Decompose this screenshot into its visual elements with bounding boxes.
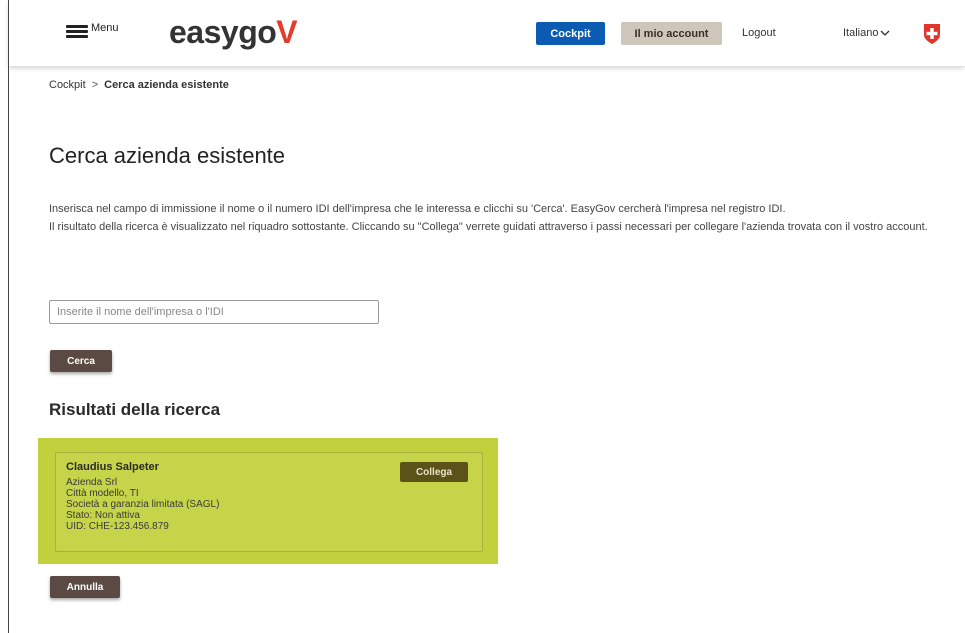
result-city: Città modello, TI [66,488,139,499]
search-button[interactable]: Cerca [50,350,112,372]
result-uid: UID: CHE-123.456.879 [66,521,169,532]
link-company-button[interactable]: Collega [400,462,468,482]
language-selector[interactable]: Italiano [843,27,890,39]
breadcrumb-separator: > [91,79,99,91]
chevron-down-icon [881,30,890,36]
result-card: Claudius Salpeter Azienda Srl Città mode… [55,452,483,552]
breadcrumb-cockpit[interactable]: Cockpit [49,79,86,91]
swiss-flag-icon [924,24,940,44]
breadcrumb: Cockpit > Cerca azienda esistente [49,79,229,91]
cockpit-button[interactable]: Cockpit [536,22,605,45]
logout-link[interactable]: Logout [742,27,776,39]
site-header: Menu easygoV Cockpit Il mio account Logo… [9,0,965,66]
my-account-button[interactable]: Il mio account [621,22,722,45]
language-label: Italiano [843,27,879,39]
company-search-input[interactable] [49,300,379,324]
intro-text: Inserisca nel campo di immissione il nom… [49,200,929,236]
hamburger-icon [66,25,88,39]
intro-line-1: Inserisca nel campo di immissione il nom… [49,203,786,215]
results-title: Risultati della ricerca [49,400,221,419]
menu-button[interactable]: Menu [66,22,119,39]
easygov-logo[interactable]: easygoV [169,12,298,52]
breadcrumb-current: Cerca azienda esistente [104,79,229,91]
window-left-border [8,0,9,633]
result-status: Stato: Non attiva [66,510,140,521]
result-legal-form: Società a garanzia limitata (SAGL) [66,499,220,510]
page-title: Cerca azienda esistente [49,143,286,168]
intro-line-2: Il risultato della ricerca è visualizzat… [49,221,928,233]
cancel-button[interactable]: Annulla [50,576,120,598]
menu-label: Menu [91,22,119,34]
result-name: Claudius Salpeter [66,461,159,473]
result-company: Azienda Srl [66,477,118,488]
